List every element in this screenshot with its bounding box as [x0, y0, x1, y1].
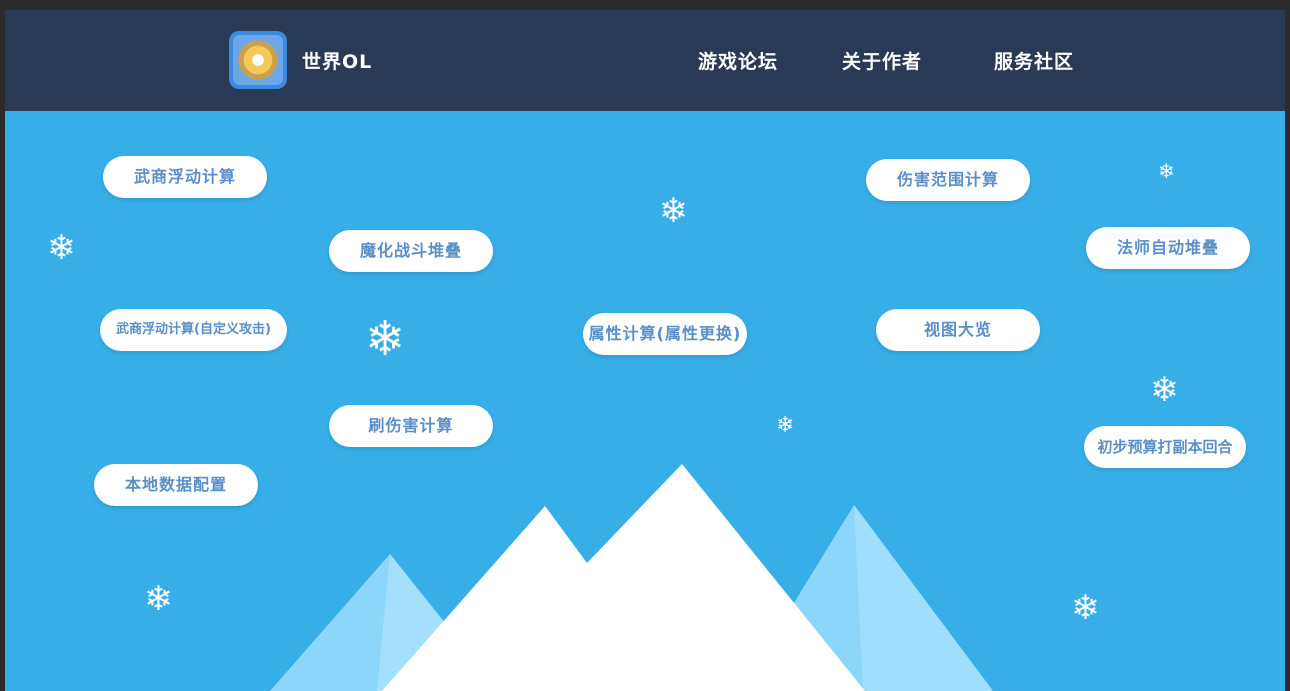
hero-scene: 武商浮动计算 武商浮动计算(自定义攻击) 本地数据配置 魔化战斗堆叠 刷伤害计算…	[5, 111, 1285, 691]
top-navbar: 世界OL 游戏论坛 关于作者 服务社区	[5, 10, 1285, 111]
snowflake-icon: ❄	[144, 579, 173, 619]
mage-auto-stack-button[interactable]: 法师自动堆叠	[1086, 227, 1250, 269]
nav-about-author[interactable]: 关于作者	[842, 47, 922, 74]
snowflake-icon: ❄	[659, 191, 688, 231]
wushang-float-custom-button[interactable]: 武商浮动计算(自定义攻击)	[100, 309, 287, 351]
wushang-float-button[interactable]: 武商浮动计算	[103, 156, 267, 198]
brand-title[interactable]: 世界OL	[302, 47, 372, 74]
mountain-center-white	[382, 464, 865, 691]
view-overview-button[interactable]: 视图大览	[876, 309, 1040, 351]
snowflake-icon: ❄	[776, 413, 795, 438]
snowflake-icon: ❄	[1158, 159, 1175, 183]
nav-service-community[interactable]: 服务社区	[994, 47, 1074, 74]
refresh-damage-button[interactable]: 刷伤害计算	[329, 405, 493, 447]
nav-game-forum[interactable]: 游戏论坛	[698, 47, 778, 74]
snowflake-icon: ❄	[1071, 588, 1100, 628]
damage-range-button[interactable]: 伤害范围计算	[866, 159, 1030, 201]
mountain-right-face	[854, 505, 993, 691]
attr-calc-button[interactable]: 属性计算(属性更换)	[583, 313, 747, 355]
snowflake-icon: ❄	[47, 228, 76, 268]
logo-image	[233, 35, 283, 85]
app-window: 世界OL 游戏论坛 关于作者 服务社区 武商浮动计算 武商浮动计算(自定义攻击)…	[5, 10, 1285, 691]
snowflake-icon: ❄	[1150, 370, 1179, 410]
dragon-emblem-icon[interactable]	[229, 31, 287, 89]
snowflake-icon: ❄	[365, 311, 406, 367]
dungeon-rounds-button[interactable]: 初步预算打副本回合	[1084, 426, 1246, 468]
enchant-stack-button[interactable]: 魔化战斗堆叠	[329, 230, 493, 272]
local-data-button[interactable]: 本地数据配置	[94, 464, 258, 506]
